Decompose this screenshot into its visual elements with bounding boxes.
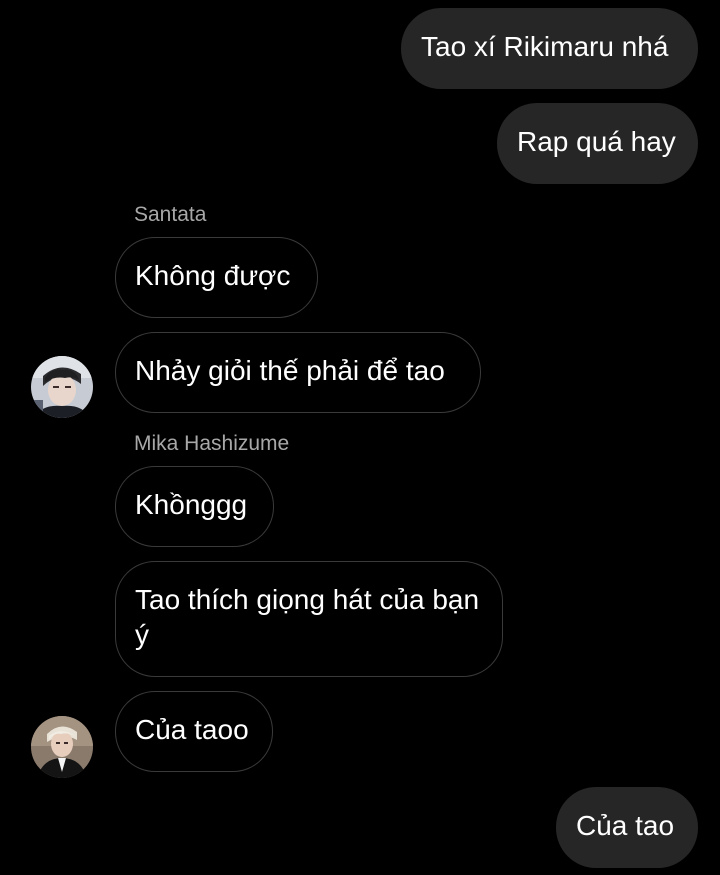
message-text: Khồnggg (135, 489, 248, 520)
message-text: Của taoo (135, 714, 249, 745)
message-text: Tao xí Rikimaru nhá (421, 31, 669, 62)
message-text: Tao thích giọng hát của bạn ý (135, 584, 480, 650)
sender-name: Mika Hashizume (134, 432, 290, 455)
outgoing-message[interactable]: Tao xí Rikimaru nhá (401, 8, 698, 89)
sender-name: Santata (134, 203, 207, 226)
message-text: Rap quá hay (517, 126, 676, 157)
outgoing-message[interactable]: Của tao (556, 787, 698, 868)
incoming-message[interactable]: Không được (115, 237, 318, 318)
message-text: Không được (135, 260, 291, 291)
avatar-image-santata (31, 356, 93, 418)
incoming-message[interactable]: Nhảy giỏi thế phải để tao (115, 332, 481, 413)
avatar-santata[interactable] (31, 356, 93, 418)
incoming-message[interactable]: Khồnggg (115, 466, 274, 547)
avatar-image-mika (31, 716, 93, 778)
avatar-mika[interactable] (31, 716, 93, 778)
outgoing-message[interactable]: Rap quá hay (497, 103, 698, 184)
message-text: Nhảy giỏi thế phải để tao (135, 355, 445, 386)
message-text: Của tao (576, 810, 675, 841)
incoming-message[interactable]: Tao thích giọng hát của bạn ý (115, 561, 503, 677)
incoming-message[interactable]: Của taoo (115, 691, 273, 772)
